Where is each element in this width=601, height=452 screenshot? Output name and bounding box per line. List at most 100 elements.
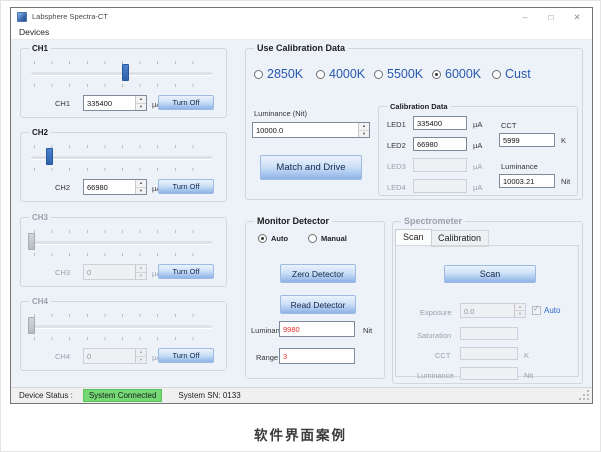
- saturation-field: [460, 327, 518, 340]
- cct-field[interactable]: 5999: [499, 133, 555, 147]
- ch1-label: CH1: [55, 99, 70, 108]
- ch4-turn-off-button[interactable]: Turn Off: [158, 348, 214, 363]
- use-calibration-data-label: Use Calibration Data: [254, 43, 348, 54]
- led2-field[interactable]: 66980: [413, 137, 467, 151]
- range-field[interactable]: 3: [279, 348, 355, 364]
- spin-down-icon: ▼: [136, 357, 146, 364]
- app-icon: [17, 12, 27, 22]
- led2-label: LED2: [387, 141, 406, 150]
- cal-luminance-field[interactable]: 10003.21: [499, 174, 555, 188]
- ch2-slider[interactable]: [31, 145, 212, 171]
- spin-up-icon: ▲: [136, 265, 146, 273]
- minimize-icon[interactable]: –: [519, 11, 531, 23]
- monitor-luminance-field[interactable]: 9980: [279, 321, 355, 337]
- radio-icon: [432, 70, 441, 79]
- spec-luminance-unit-label: Nit: [524, 371, 533, 380]
- ch4-group-label: CH4: [29, 296, 51, 307]
- monitor-detector-group: Monitor Detector Auto Manual Zero Detect…: [245, 221, 385, 379]
- menu-bar: Devices: [11, 25, 592, 40]
- saturation-label: Saturation: [417, 331, 451, 340]
- ch4-slider-handle: [28, 317, 35, 334]
- ch2-current-input[interactable]: 66980 ▲ ▼: [83, 179, 147, 195]
- ch3-group: CH3 CH3 0 ▲ ▼ µA Turn Off: [20, 217, 227, 287]
- radio-4000k[interactable]: 4000K: [316, 67, 365, 81]
- client-area: CH1 CH1 335400 ▲ ▼ µA Turn Off: [11, 40, 592, 387]
- status-bar: Device Status : System Connected System …: [11, 387, 592, 403]
- title-bar[interactable]: Labsphere Spectra-CT – □ ✕: [11, 8, 592, 25]
- spinner-buttons[interactable]: ▲ ▼: [135, 96, 146, 110]
- scan-button[interactable]: Scan: [444, 265, 536, 283]
- radio-5500k[interactable]: 5500K: [374, 67, 423, 81]
- spin-up-icon[interactable]: ▲: [359, 123, 369, 131]
- spin-down-icon[interactable]: ▼: [136, 104, 146, 111]
- spinner-buttons[interactable]: ▲ ▼: [135, 180, 146, 194]
- app-window: Labsphere Spectra-CT – □ ✕ Devices CH1 C…: [10, 7, 593, 404]
- ch3-current-input: 0 ▲ ▼: [83, 264, 147, 280]
- radio-icon: [308, 234, 317, 243]
- tab-scan[interactable]: Scan: [395, 229, 432, 245]
- spin-down-icon[interactable]: ▼: [136, 188, 146, 195]
- ch2-slider-handle[interactable]: [46, 148, 53, 165]
- read-detector-button[interactable]: Read Detector: [280, 295, 356, 314]
- radio-cust[interactable]: Cust: [492, 67, 531, 81]
- luminance-input[interactable]: 10000.0 ▲ ▼: [252, 122, 370, 138]
- radio-icon: [316, 70, 325, 79]
- menu-devices[interactable]: Devices: [19, 27, 49, 37]
- ch2-group-label: CH2: [29, 127, 51, 138]
- radio-manual[interactable]: Manual: [308, 234, 347, 243]
- ch3-slider: [31, 230, 212, 256]
- radio-6000k[interactable]: 6000K: [432, 67, 481, 81]
- led4-unit-label: µA: [473, 183, 482, 192]
- ch1-row: CH1 335400 ▲ ▼ µA Turn Off: [21, 95, 226, 111]
- spin-down-icon[interactable]: ▼: [359, 131, 369, 138]
- cal-luminance-label: Luminance: [501, 162, 538, 171]
- figure-caption: 软件界面案例: [0, 424, 601, 444]
- spin-down-icon: ▼: [136, 273, 146, 280]
- resize-grip-icon[interactable]: [579, 390, 590, 401]
- ch1-current-input[interactable]: 335400 ▲ ▼: [83, 95, 147, 111]
- spectrometer-tab-panel: Scan Exposure 0.0 ▲ ▼ ✓ Auto Saturation …: [395, 245, 579, 377]
- exposure-label: Exposure: [420, 308, 452, 317]
- radio-icon: [492, 70, 501, 79]
- ch1-slider[interactable]: [31, 61, 212, 87]
- radio-auto[interactable]: Auto: [258, 234, 288, 243]
- led3-unit-label: µA: [473, 162, 482, 171]
- spin-up-icon: ▲: [515, 304, 525, 311]
- match-and-drive-button[interactable]: Match and Drive: [260, 155, 362, 180]
- spectrometer-group: Spectrometer Scan Calibration Scan Expos…: [392, 221, 583, 384]
- spin-up-icon[interactable]: ▲: [136, 96, 146, 104]
- slider-track: [31, 156, 212, 159]
- led3-field: [413, 158, 467, 172]
- close-icon[interactable]: ✕: [571, 11, 583, 23]
- ch2-row: CH2 66980 ▲ ▼ µA Turn Off: [21, 179, 226, 195]
- ch1-group-label: CH1: [29, 43, 51, 54]
- led4-field: [413, 179, 467, 193]
- ch1-turn-off-button[interactable]: Turn Off: [158, 95, 214, 110]
- spec-luminance-field: [460, 367, 518, 380]
- spin-down-icon: ▼: [515, 311, 525, 317]
- led4-label: LED4: [387, 183, 406, 192]
- spinner-buttons: ▲ ▼: [135, 349, 146, 363]
- spectrometer-label: Spectrometer: [401, 216, 465, 227]
- ch2-turn-off-button[interactable]: Turn Off: [158, 179, 214, 194]
- device-status-label: Device Status :: [19, 391, 73, 400]
- radio-icon: [374, 70, 383, 79]
- led1-field[interactable]: 335400: [413, 116, 467, 130]
- spin-up-icon[interactable]: ▲: [136, 180, 146, 188]
- cal-luminance-unit-label: Nit: [561, 177, 570, 186]
- zero-detector-button[interactable]: Zero Detector: [280, 264, 356, 283]
- radio-icon: [258, 234, 267, 243]
- ch1-slider-handle[interactable]: [122, 64, 129, 81]
- calibration-data-label: Calibration Data: [387, 101, 451, 112]
- slider-ticks: [34, 230, 210, 233]
- exposure-input: 0.0 ▲ ▼: [460, 303, 526, 318]
- range-label: Range: [256, 353, 278, 362]
- spec-cct-field: [460, 347, 518, 360]
- spinner-buttons[interactable]: ▲ ▼: [358, 123, 369, 137]
- ch3-turn-off-button[interactable]: Turn Off: [158, 264, 214, 279]
- radio-2850k[interactable]: 2850K: [254, 67, 303, 81]
- calibration-data-group: Calibration Data LED1 335400 µA LED2 669…: [378, 106, 578, 196]
- maximize-icon[interactable]: □: [545, 11, 557, 23]
- ch4-current-input: 0 ▲ ▼: [83, 348, 147, 364]
- cct-unit-label: K: [561, 136, 566, 145]
